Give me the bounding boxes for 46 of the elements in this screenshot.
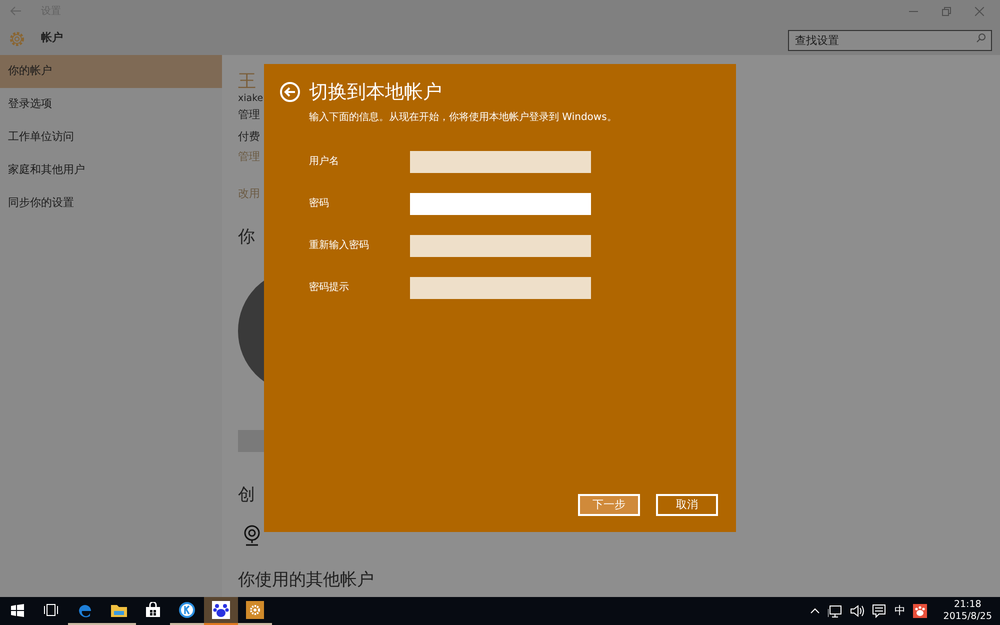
field-label: 重新输入密码 xyxy=(309,238,370,253)
browser-icon xyxy=(77,602,93,618)
dialog-subtitle: 输入下面的信息。从现在开始，你将使用本地帐户登录到 Windows。 xyxy=(309,110,618,124)
clock-time[interactable]: 21:18 xyxy=(954,599,982,611)
field-label: 密码 xyxy=(309,196,330,211)
taskbar-button[interactable] xyxy=(204,597,238,625)
folder-icon xyxy=(111,602,127,618)
volume-icon[interactable] xyxy=(850,604,864,618)
clock-date[interactable]: 2015/8/25 xyxy=(943,611,992,623)
app-icon xyxy=(179,602,195,618)
next-button[interactable]: 下一步 xyxy=(578,494,640,516)
input-field[interactable] xyxy=(410,192,591,214)
input-field[interactable] xyxy=(410,150,591,172)
page-title: 帐户 xyxy=(41,30,63,46)
sidebar-item[interactable]: 你的帐户 xyxy=(0,55,222,88)
search-field[interactable]: 查找设置 xyxy=(788,30,992,50)
gear-icon xyxy=(246,601,264,619)
cancel-button[interactable]: 取消 xyxy=(656,494,718,516)
field-label: 用户名 xyxy=(309,154,340,169)
user-name: 王 xyxy=(238,70,256,94)
dialog-title: 切换到本地帐户 xyxy=(309,80,442,105)
bag-icon xyxy=(145,602,161,618)
notification-icon[interactable] xyxy=(872,604,886,618)
section-heading: 你 xyxy=(238,226,255,249)
sidebar-item[interactable]: 同步你的设置 xyxy=(0,187,222,220)
paw-icon xyxy=(212,601,230,619)
network-icon[interactable] xyxy=(828,604,842,618)
task-view-icon xyxy=(44,604,58,616)
section-heading: 你使用的其他帐户 xyxy=(238,569,374,592)
start-icon xyxy=(10,604,24,616)
camera-icon xyxy=(242,524,262,546)
caret-icon[interactable] xyxy=(810,608,820,614)
billing-text: 付费 xyxy=(238,129,260,145)
sidebar-item[interactable]: 工作单位访问 xyxy=(0,121,222,154)
input-field[interactable] xyxy=(410,276,591,298)
paw-icon[interactable] xyxy=(913,604,928,618)
search-icon[interactable] xyxy=(976,32,986,42)
sidebar-item[interactable]: 登录选项 xyxy=(0,88,222,121)
sidebar-item[interactable]: 家庭和其他用户 xyxy=(0,154,222,187)
input-field[interactable] xyxy=(410,234,591,256)
gear-icon xyxy=(8,30,26,48)
role-text: 管理 xyxy=(238,107,260,123)
section-heading: 创 xyxy=(238,484,255,507)
input-method[interactable]: 中 xyxy=(894,602,906,620)
email-text: xiake xyxy=(238,92,264,106)
field-label: 密码提示 xyxy=(309,280,350,295)
